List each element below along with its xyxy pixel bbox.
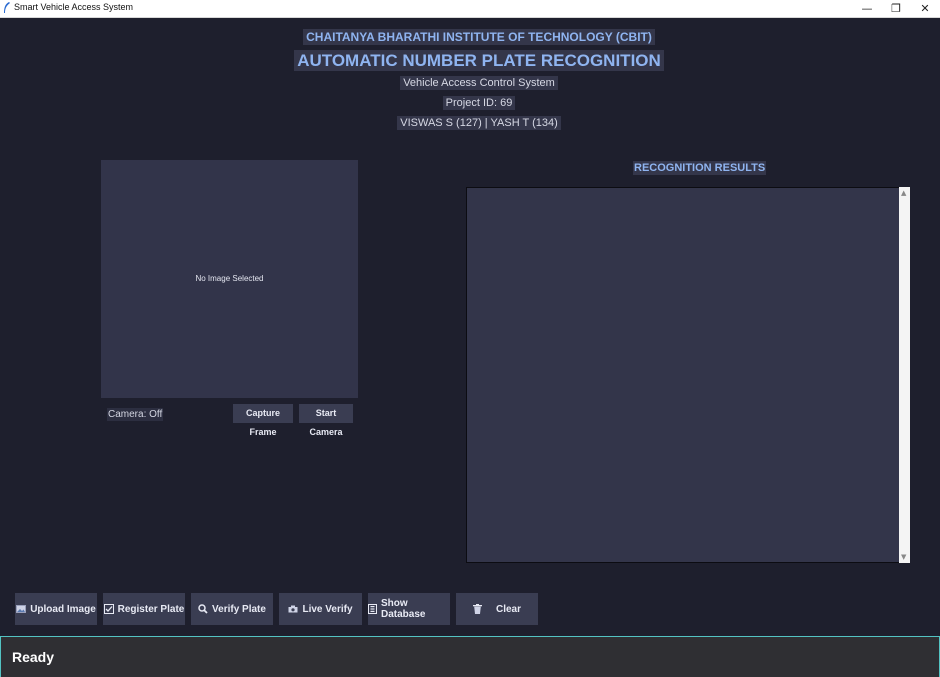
close-button[interactable]: ✕ [911,0,939,17]
live-verify-button[interactable]: Live Verify [279,593,362,625]
checkbox-icon [103,604,114,614]
start-camera-button[interactable]: Start Camera [299,404,353,437]
capture-frame-button[interactable]: Capture Frame [233,404,293,437]
magnifier-icon [198,604,208,614]
trash-icon [472,604,482,614]
image-icon [16,605,27,613]
status-bar: Ready [0,636,940,677]
camera-status: Camera: Off [107,408,164,421]
minimize-button[interactable]: — [853,0,881,17]
verify-plate-label: Verify Plate [212,603,266,615]
scroll-down-arrow-icon[interactable]: ▼ [901,553,906,561]
results-title: RECOGNITION RESULTS [633,161,767,175]
feather-app-icon [4,2,10,13]
results-scrollbar[interactable]: ▲ ▼ [899,187,910,563]
page-title: AUTOMATIC NUMBER PLATE RECOGNITION [0,50,940,71]
clear-button[interactable]: Clear [456,593,538,625]
upload-image-button[interactable]: Upload Image [15,593,97,625]
results-textbox[interactable] [466,187,900,563]
scroll-up-arrow-icon[interactable]: ▲ [901,189,906,197]
register-plate-label: Register Plate [117,603,185,615]
no-image-label: No Image Selected [195,274,264,283]
database-icon [368,604,377,614]
live-verify-label: Live Verify [302,603,353,615]
register-plate-button[interactable]: Register Plate [103,593,185,625]
window-title: Smart Vehicle Access System [14,2,134,12]
clear-label: Clear [495,603,521,615]
status-text: Ready [12,649,55,665]
camera-icon [288,605,298,613]
verify-plate-button[interactable]: Verify Plate [191,593,273,625]
title-bar: Smart Vehicle Access System — ❐ ✕ [0,0,940,18]
show-database-label: Show Database [381,598,426,620]
institute-heading: CHAITANYA BHARATHI INSTITUTE OF TECHNOLO… [0,29,940,45]
image-preview-panel: No Image Selected [101,160,358,398]
subtitle: Vehicle Access Control System [0,76,940,90]
upload-image-label: Upload Image [30,603,96,615]
project-id: Project ID: 69 [0,96,940,110]
authors: VISWAS S (127) | YASH T (134) [0,116,940,130]
restore-button[interactable]: ❐ [882,0,910,17]
show-database-button[interactable]: Show Database [368,593,450,625]
